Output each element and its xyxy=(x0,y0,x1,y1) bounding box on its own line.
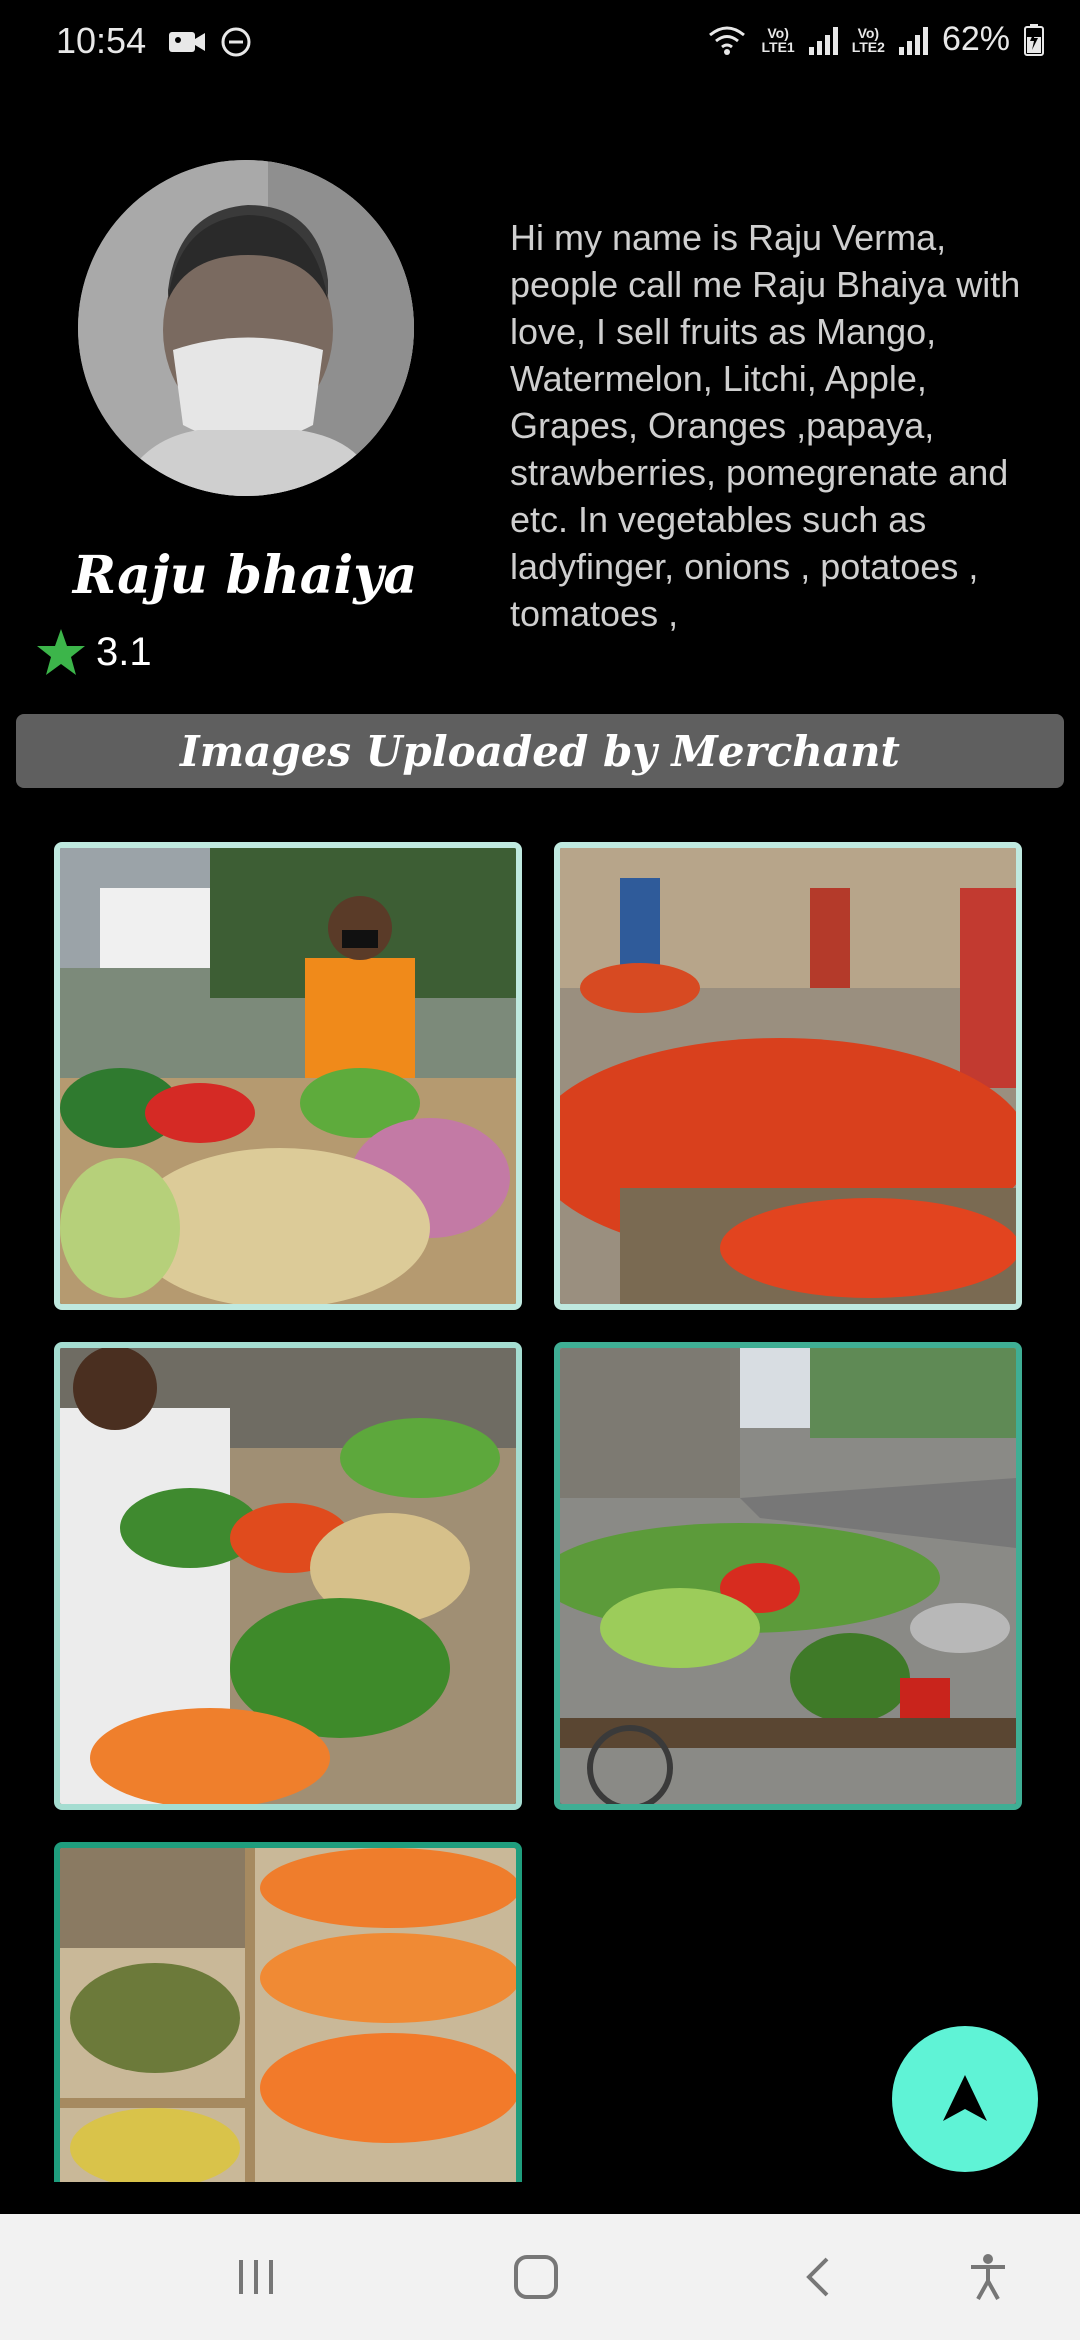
accessibility-icon xyxy=(971,2254,1005,2300)
home-icon xyxy=(514,2255,558,2299)
status-bar: 10:54 Vo) LTE1 Vo) LTE2 62% xyxy=(0,0,1080,86)
gallery-title: Images Uploaded by Merchant xyxy=(180,726,900,776)
rating-value: 3.1 xyxy=(96,629,152,674)
gallery-image-5[interactable] xyxy=(54,1842,522,2182)
status-time: 10:54 xyxy=(56,20,147,61)
avatar-photo xyxy=(78,160,414,496)
video-camera-icon xyxy=(169,32,205,52)
volte-lte2-label: Vo) LTE2 xyxy=(851,24,885,55)
wifi-icon xyxy=(708,26,745,55)
recent-apps-button[interactable] xyxy=(226,2252,286,2302)
battery-percent: 62% xyxy=(941,20,1010,58)
navigation-arrow-icon xyxy=(943,2075,987,2121)
merchant-bio: Hi my name is Raju Verma, people call me… xyxy=(510,217,1021,634)
gallery-image-3[interactable] xyxy=(54,1342,522,1810)
back-button[interactable] xyxy=(788,2252,848,2302)
home-button[interactable] xyxy=(506,2252,566,2302)
battery-icon xyxy=(1024,23,1044,56)
signal-icon xyxy=(898,25,928,55)
do-not-disturb-icon xyxy=(221,27,251,57)
star-icon xyxy=(37,629,85,675)
merchant-name: Raju bhaiya xyxy=(72,545,418,606)
rating: 3.1 xyxy=(36,628,152,676)
accessibility-button[interactable] xyxy=(958,2252,1018,2302)
signal-icon xyxy=(808,25,838,55)
avatar[interactable] xyxy=(78,160,414,496)
recent-apps-icon xyxy=(239,2260,273,2294)
gallery-image-4[interactable] xyxy=(554,1342,1022,1810)
volte-lte1-label: Vo) LTE1 xyxy=(761,24,795,55)
navigate-fab-button[interactable] xyxy=(892,2026,1038,2172)
gallery-image-2[interactable] xyxy=(554,842,1022,1310)
back-icon xyxy=(806,2257,829,2297)
gallery-header: Images Uploaded by Merchant xyxy=(16,714,1064,788)
system-navigation-bar xyxy=(0,2214,1080,2340)
gallery-image-1[interactable] xyxy=(54,842,522,1310)
